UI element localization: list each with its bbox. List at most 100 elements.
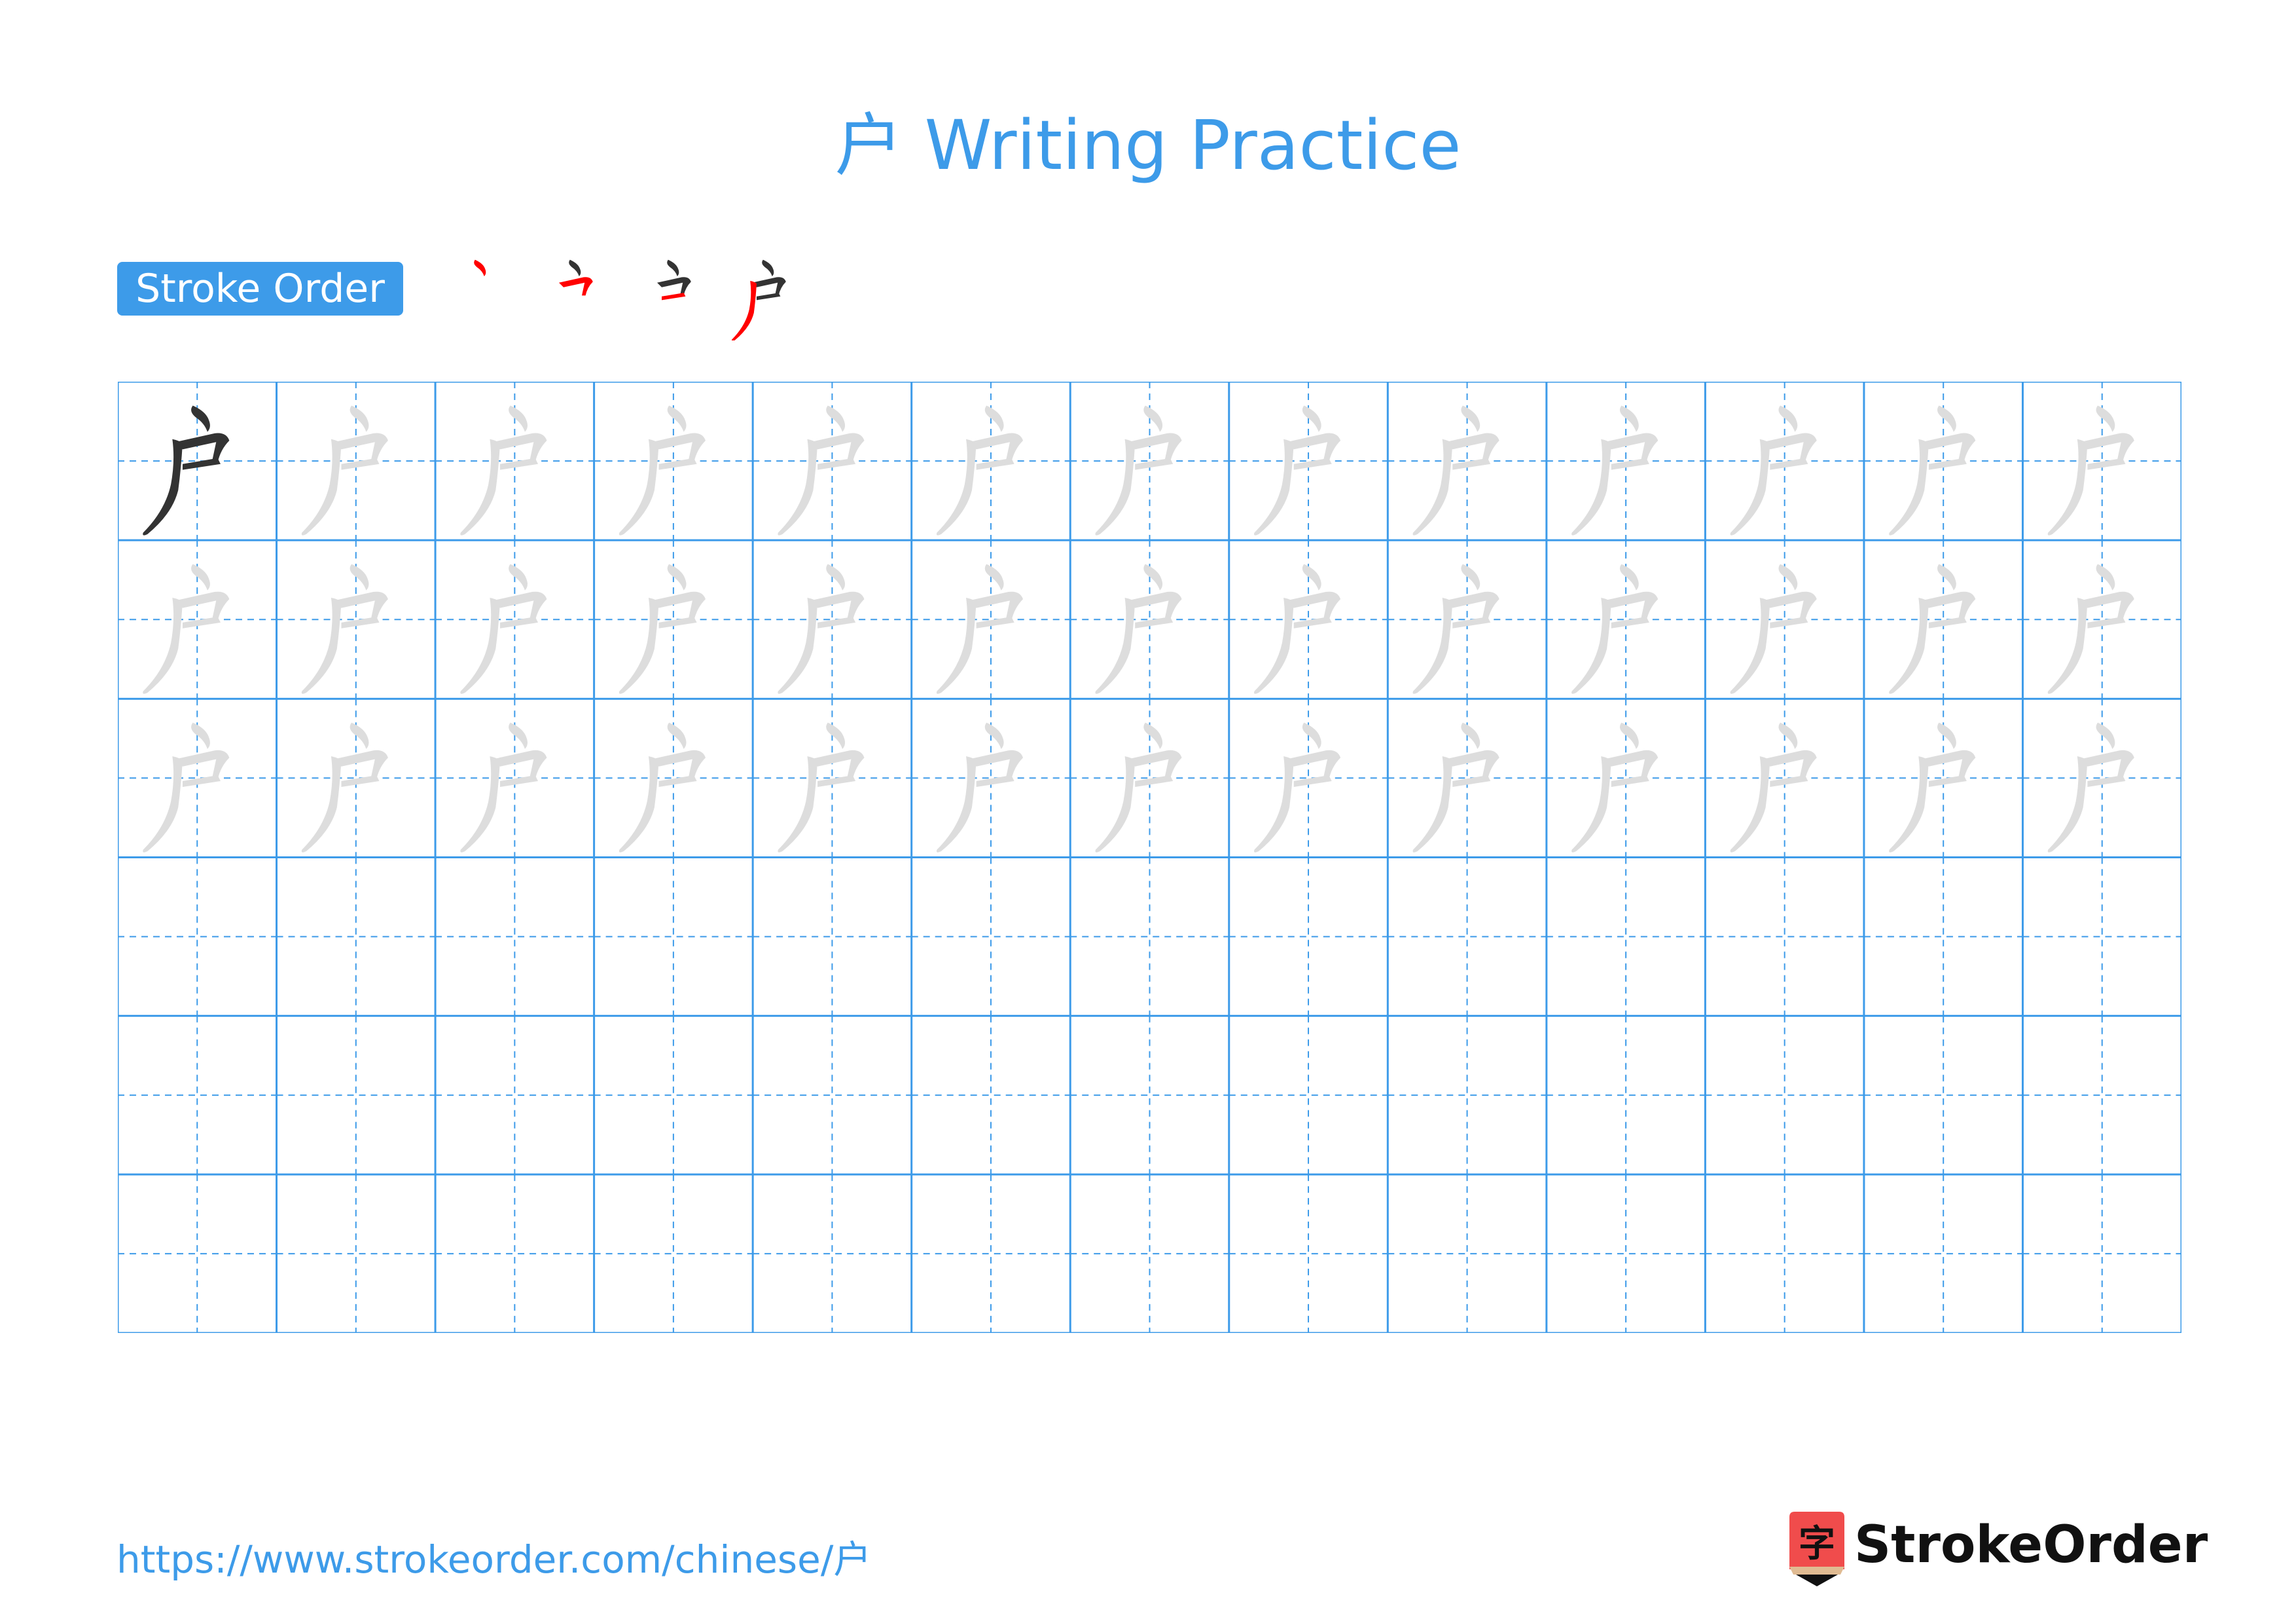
character-stroke-3: [976, 616, 1014, 629]
character-stroke-3: [341, 616, 380, 629]
character-stroke-2: [1604, 433, 1659, 463]
trace-character: [301, 564, 388, 694]
character-stroke-3: [1293, 458, 1332, 470]
trace-character: [301, 405, 388, 536]
character-stroke-1: [1302, 564, 1321, 591]
character-stroke-4: [619, 597, 659, 694]
character-stroke-3: [1770, 775, 1808, 787]
stroke-step-4: [731, 259, 786, 340]
trace-character: [460, 564, 547, 694]
character-stroke-4: [1730, 597, 1770, 694]
trace-character: [1571, 405, 1659, 536]
character-stroke-1: [1778, 722, 1798, 749]
character-stroke-1: [1937, 722, 1956, 749]
character-stroke-4: [1412, 756, 1453, 852]
trace-character: [778, 722, 865, 852]
character-stroke-2: [492, 433, 547, 463]
character-stroke-2: [1445, 750, 1499, 780]
character-stroke-2: [1921, 750, 1976, 780]
character-stroke-2: [334, 750, 388, 780]
character-stroke-1: [191, 405, 210, 432]
stroke-2: [752, 277, 786, 296]
trace-character: [1254, 405, 1341, 536]
character-stroke-2: [2080, 591, 2134, 621]
character-stroke-2: [1445, 591, 1499, 621]
character-stroke-3: [500, 616, 539, 629]
character-stroke-3: [2087, 775, 2126, 787]
trace-character: [460, 405, 547, 536]
trace-character: [936, 405, 1024, 536]
character-stroke-1: [1302, 405, 1321, 432]
character-stroke-2: [1128, 433, 1182, 463]
character-stroke-3: [1452, 616, 1491, 629]
stroke-3: [757, 293, 781, 301]
character-stroke-3: [1928, 775, 1967, 787]
character-stroke-1: [350, 722, 369, 749]
character-stroke-1: [2096, 564, 2115, 591]
character-stroke-3: [1452, 458, 1491, 470]
character-stroke-4: [1095, 597, 1136, 694]
character-stroke-1: [509, 564, 528, 591]
character-stroke-1: [667, 405, 687, 432]
character-stroke-3: [182, 458, 221, 470]
trace-character: [1889, 564, 1976, 694]
stroke-3: [662, 293, 686, 301]
character-stroke-3: [500, 775, 539, 787]
character-stroke-2: [175, 591, 230, 621]
character-stroke-2: [492, 591, 547, 621]
stroke-order-badge: Stroke Order: [117, 262, 403, 316]
character-stroke-2: [1128, 591, 1182, 621]
character-stroke-1: [984, 405, 1004, 432]
trace-character: [1254, 564, 1341, 694]
character-stroke-2: [1286, 433, 1341, 463]
character-stroke-3: [1611, 458, 1649, 470]
character-stroke-2: [651, 750, 706, 780]
trace-character: [2047, 564, 2134, 694]
character-stroke-1: [1461, 722, 1480, 749]
practice-grid: [118, 382, 2181, 1333]
character-stroke-3: [658, 616, 697, 629]
character-stroke-3: [341, 458, 380, 470]
trace-character: [1571, 722, 1659, 852]
character-stroke-1: [984, 722, 1004, 749]
character-stroke-3: [182, 616, 221, 629]
trace-character: [2047, 722, 2134, 852]
character-stroke-2: [1763, 591, 1817, 621]
character-stroke-3: [341, 775, 380, 787]
trace-character: [1889, 405, 1976, 536]
trace-character: [936, 722, 1024, 852]
character-stroke-4: [1412, 597, 1453, 694]
character-stroke-4: [143, 756, 183, 852]
character-stroke-2: [969, 433, 1024, 463]
character-stroke-2: [1921, 433, 1976, 463]
character-stroke-4: [143, 439, 183, 536]
character-stroke-2: [334, 591, 388, 621]
stroke-2: [657, 277, 691, 296]
character-stroke-4: [936, 597, 977, 694]
character-stroke-1: [1143, 722, 1163, 749]
character-stroke-2: [1604, 750, 1659, 780]
source-url-link[interactable]: https://www.strokeorder.com/chinese/户: [117, 1529, 871, 1584]
stroke-1: [569, 259, 581, 276]
brand-name: StrokeOrder: [1854, 1516, 2208, 1575]
character-stroke-1: [1778, 564, 1798, 591]
character-stroke-4: [1095, 439, 1136, 536]
svg-text:字: 字: [1799, 1523, 1835, 1565]
character-stroke-4: [1254, 597, 1294, 694]
trace-character: [1095, 405, 1182, 536]
character-stroke-3: [1452, 775, 1491, 787]
character-stroke-2: [2080, 433, 2134, 463]
character-stroke-4: [1571, 756, 1611, 852]
character-stroke-3: [2087, 458, 2126, 470]
character-stroke-2: [1445, 433, 1499, 463]
character-stroke-2: [1604, 591, 1659, 621]
stroke-step-2: [559, 259, 593, 296]
pencil-logo-icon: 字: [1789, 1512, 1844, 1586]
character-stroke-1: [1778, 405, 1798, 432]
character-stroke-2: [969, 750, 1024, 780]
character-stroke-2: [334, 433, 388, 463]
character-stroke-4: [2047, 756, 2088, 852]
character-stroke-1: [667, 564, 687, 591]
character-stroke-3: [1770, 458, 1808, 470]
character-stroke-1: [1461, 564, 1480, 591]
